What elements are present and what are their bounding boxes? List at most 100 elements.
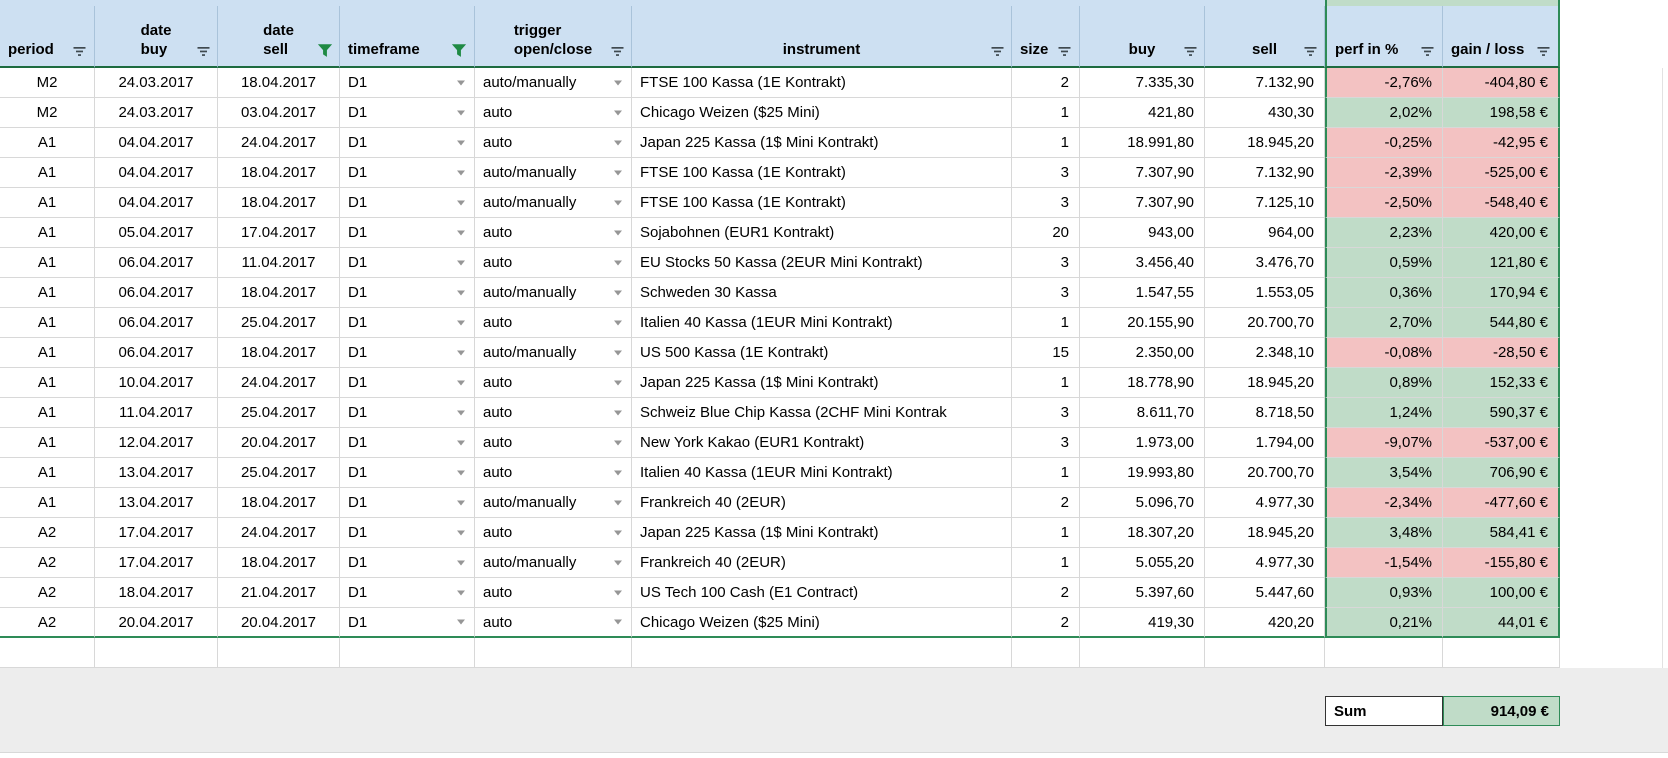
cell-date-buy[interactable]: 12.04.2017: [95, 428, 218, 458]
cell-sell[interactable]: 1.794,00: [1205, 428, 1325, 458]
cell-date-sell[interactable]: 17.04.2017: [218, 218, 340, 248]
filter-active-icon[interactable]: [318, 44, 332, 57]
cell-date-buy[interactable]: 10.04.2017: [95, 368, 218, 398]
filter-icon[interactable]: [1304, 46, 1317, 57]
cell-trigger-open-close[interactable]: auto: [475, 578, 632, 608]
cell-gain-loss[interactable]: -477,60 €: [1443, 488, 1560, 518]
cell-perf-in-percent[interactable]: -1,54%: [1325, 548, 1443, 578]
empty-cell[interactable]: [632, 696, 1012, 726]
cell-timeframe[interactable]: D1: [340, 278, 475, 308]
cell-period[interactable]: A1: [0, 428, 95, 458]
cell-instrument[interactable]: Schweiz Blue Chip Kassa (2CHF Mini Kontr…: [632, 398, 1012, 428]
dropdown-arrow-icon[interactable]: [614, 200, 622, 205]
cell-date-buy[interactable]: 20.04.2017: [95, 608, 218, 638]
cell-sell[interactable]: 2.348,10: [1205, 338, 1325, 368]
cell-period[interactable]: A1: [0, 188, 95, 218]
cell-date-buy[interactable]: 13.04.2017: [95, 458, 218, 488]
dropdown-arrow-icon[interactable]: [614, 260, 622, 265]
empty-cell[interactable]: [95, 638, 218, 668]
cell-gain-loss[interactable]: -548,40 €: [1443, 188, 1560, 218]
cell-sell[interactable]: 18.945,20: [1205, 128, 1325, 158]
cell-size[interactable]: 1: [1012, 308, 1080, 338]
cell-gain-loss[interactable]: -537,00 €: [1443, 428, 1560, 458]
cell-date-sell[interactable]: 18.04.2017: [218, 158, 340, 188]
cell-sell[interactable]: 7.125,10: [1205, 188, 1325, 218]
dropdown-arrow-icon[interactable]: [457, 170, 465, 175]
dropdown-arrow-icon[interactable]: [457, 110, 465, 115]
cell-instrument[interactable]: Chicago Weizen ($25 Mini): [632, 98, 1012, 128]
empty-cell[interactable]: [1012, 696, 1080, 726]
cell-gain-loss[interactable]: 170,94 €: [1443, 278, 1560, 308]
dropdown-arrow-icon[interactable]: [614, 230, 622, 235]
dropdown-arrow-icon[interactable]: [614, 590, 622, 595]
cell-size[interactable]: 2: [1012, 488, 1080, 518]
cell-date-buy[interactable]: 06.04.2017: [95, 278, 218, 308]
dropdown-arrow-icon[interactable]: [457, 530, 465, 535]
cell-date-buy[interactable]: 06.04.2017: [95, 308, 218, 338]
cell-period[interactable]: A2: [0, 518, 95, 548]
cell-date-sell[interactable]: 03.04.2017: [218, 98, 340, 128]
cell-timeframe[interactable]: D1: [340, 218, 475, 248]
cell-buy[interactable]: 3.456,40: [1080, 248, 1205, 278]
dropdown-arrow-icon[interactable]: [614, 350, 622, 355]
cell-timeframe[interactable]: D1: [340, 518, 475, 548]
empty-cell[interactable]: [340, 638, 475, 668]
cell-size[interactable]: 2: [1012, 608, 1080, 638]
cell-buy[interactable]: 8.611,70: [1080, 398, 1205, 428]
cell-perf-in-percent[interactable]: -0,08%: [1325, 338, 1443, 368]
cell-instrument[interactable]: US Tech 100 Cash (E1 Contract): [632, 578, 1012, 608]
dropdown-arrow-icon[interactable]: [614, 470, 622, 475]
cell-period[interactable]: A1: [0, 338, 95, 368]
cell-sell[interactable]: 3.476,70: [1205, 248, 1325, 278]
cell-perf-in-percent[interactable]: 0,89%: [1325, 368, 1443, 398]
cell-perf-in-percent[interactable]: 2,02%: [1325, 98, 1443, 128]
header-gain-loss[interactable]: gain / loss: [1443, 6, 1560, 68]
cell-trigger-open-close[interactable]: auto: [475, 518, 632, 548]
empty-cell[interactable]: [0, 638, 95, 668]
cell-timeframe[interactable]: D1: [340, 608, 475, 638]
cell-gain-loss[interactable]: 590,37 €: [1443, 398, 1560, 428]
cell-date-sell[interactable]: 21.04.2017: [218, 578, 340, 608]
cell-trigger-open-close[interactable]: auto: [475, 98, 632, 128]
cell-sell[interactable]: 4.977,30: [1205, 548, 1325, 578]
cell-sell[interactable]: 420,20: [1205, 608, 1325, 638]
cell-instrument[interactable]: Japan 225 Kassa (1$ Mini Kontrakt): [632, 368, 1012, 398]
dropdown-arrow-icon[interactable]: [614, 560, 622, 565]
cell-gain-loss[interactable]: -404,80 €: [1443, 68, 1560, 98]
cell-trigger-open-close[interactable]: auto/manually: [475, 158, 632, 188]
cell-period[interactable]: A1: [0, 488, 95, 518]
cell-date-buy[interactable]: 11.04.2017: [95, 398, 218, 428]
dropdown-arrow-icon[interactable]: [614, 500, 622, 505]
cell-gain-loss[interactable]: 121,80 €: [1443, 248, 1560, 278]
cell-instrument[interactable]: Sojabohnen (EUR1 Kontrakt): [632, 218, 1012, 248]
cell-period[interactable]: A1: [0, 128, 95, 158]
cell-perf-in-percent[interactable]: -2,76%: [1325, 68, 1443, 98]
cell-period[interactable]: A2: [0, 578, 95, 608]
cell-date-sell[interactable]: 24.04.2017: [218, 368, 340, 398]
empty-cell[interactable]: [1325, 638, 1443, 668]
dropdown-arrow-icon[interactable]: [614, 410, 622, 415]
dropdown-arrow-icon[interactable]: [457, 320, 465, 325]
cell-trigger-open-close[interactable]: auto: [475, 368, 632, 398]
cell-period[interactable]: A1: [0, 398, 95, 428]
cell-date-buy[interactable]: 24.03.2017: [95, 68, 218, 98]
cell-instrument[interactable]: Italien 40 Kassa (1EUR Mini Kontrakt): [632, 458, 1012, 488]
cell-buy[interactable]: 18.778,90: [1080, 368, 1205, 398]
empty-cell[interactable]: [475, 638, 632, 668]
empty-cell[interactable]: [632, 638, 1012, 668]
cell-date-buy[interactable]: 04.04.2017: [95, 128, 218, 158]
dropdown-arrow-icon[interactable]: [457, 230, 465, 235]
cell-trigger-open-close[interactable]: auto: [475, 428, 632, 458]
cell-instrument[interactable]: EU Stocks 50 Kassa (2EUR Mini Kontrakt): [632, 248, 1012, 278]
cell-gain-loss[interactable]: 420,00 €: [1443, 218, 1560, 248]
cell-gain-loss[interactable]: 198,58 €: [1443, 98, 1560, 128]
cell-trigger-open-close[interactable]: auto: [475, 308, 632, 338]
cell-size[interactable]: 3: [1012, 158, 1080, 188]
cell-period[interactable]: A1: [0, 308, 95, 338]
cell-date-sell[interactable]: 18.04.2017: [218, 278, 340, 308]
dropdown-arrow-icon[interactable]: [457, 560, 465, 565]
cell-buy[interactable]: 943,00: [1080, 218, 1205, 248]
cell-timeframe[interactable]: D1: [340, 128, 475, 158]
cell-buy[interactable]: 1.547,55: [1080, 278, 1205, 308]
cell-date-sell[interactable]: 18.04.2017: [218, 68, 340, 98]
